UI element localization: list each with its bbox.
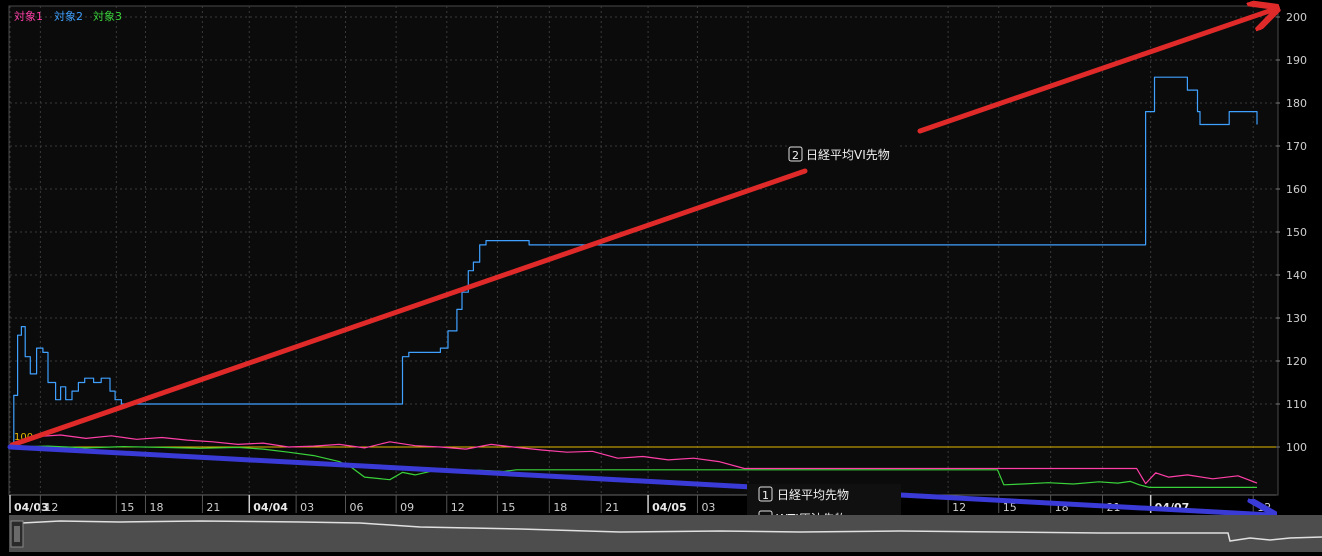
y-tick-label: 140 xyxy=(1286,269,1307,282)
x-tick-label: 21 xyxy=(206,501,220,514)
x-tick-label: 15 xyxy=(501,501,515,514)
callout-badge-number: 1 xyxy=(762,489,769,502)
x-tick-label: 21 xyxy=(605,501,619,514)
x-tick-label: 18 xyxy=(553,501,567,514)
x-tick-label: 12 xyxy=(952,501,966,514)
x-tick-label: 18 xyxy=(149,501,163,514)
legend-item-3[interactable]: 対象3 xyxy=(93,9,122,23)
y-tick-label: 190 xyxy=(1286,54,1307,67)
chart-root: 100 100 110 120 130 140 150 160 170 180 190 200 04… xyxy=(0,0,1322,552)
x-tick-label: 03 xyxy=(300,501,314,514)
x-tick-label: 06 xyxy=(349,501,363,514)
y-tick-label: 200 xyxy=(1286,11,1307,24)
y-tick-label: 170 xyxy=(1286,140,1307,153)
y-tick-label: 160 xyxy=(1286,183,1307,196)
navigator[interactable] xyxy=(9,515,1322,552)
y-tick-label: 110 xyxy=(1286,398,1307,411)
x-tick-label: 04/05 xyxy=(652,501,687,514)
plot-area xyxy=(8,5,1279,496)
y-tick-label: 100 xyxy=(1286,441,1307,454)
x-tick-label: 09 xyxy=(400,501,414,514)
legend: 対象1 対象2 対象3 xyxy=(14,9,122,23)
legend-item-2[interactable]: 対象2 xyxy=(54,9,83,23)
y-tick-label: 180 xyxy=(1286,97,1307,110)
x-tick-label: 12 xyxy=(44,501,58,514)
x-tick-label: 12 xyxy=(451,501,465,514)
y-tick-label: 130 xyxy=(1286,312,1307,325)
y-tick-label: 120 xyxy=(1286,355,1307,368)
callout-vi-futures: 2 日経平均VI先物 xyxy=(787,145,900,164)
legend-item-1[interactable]: 対象1 xyxy=(14,9,43,23)
chart-svg: 100 100110120130140150160170180190200 04… xyxy=(0,0,1322,552)
x-tick-label: 03 xyxy=(701,501,715,514)
callout-label: 日経平均先物 xyxy=(777,488,849,502)
x-tick-label: 04/04 xyxy=(253,501,288,514)
callout-label: 日経平均VI先物 xyxy=(806,148,890,162)
x-tick-label: 15 xyxy=(120,501,134,514)
y-tick-label: 150 xyxy=(1286,226,1307,239)
callout-badge-number: 2 xyxy=(792,149,799,162)
